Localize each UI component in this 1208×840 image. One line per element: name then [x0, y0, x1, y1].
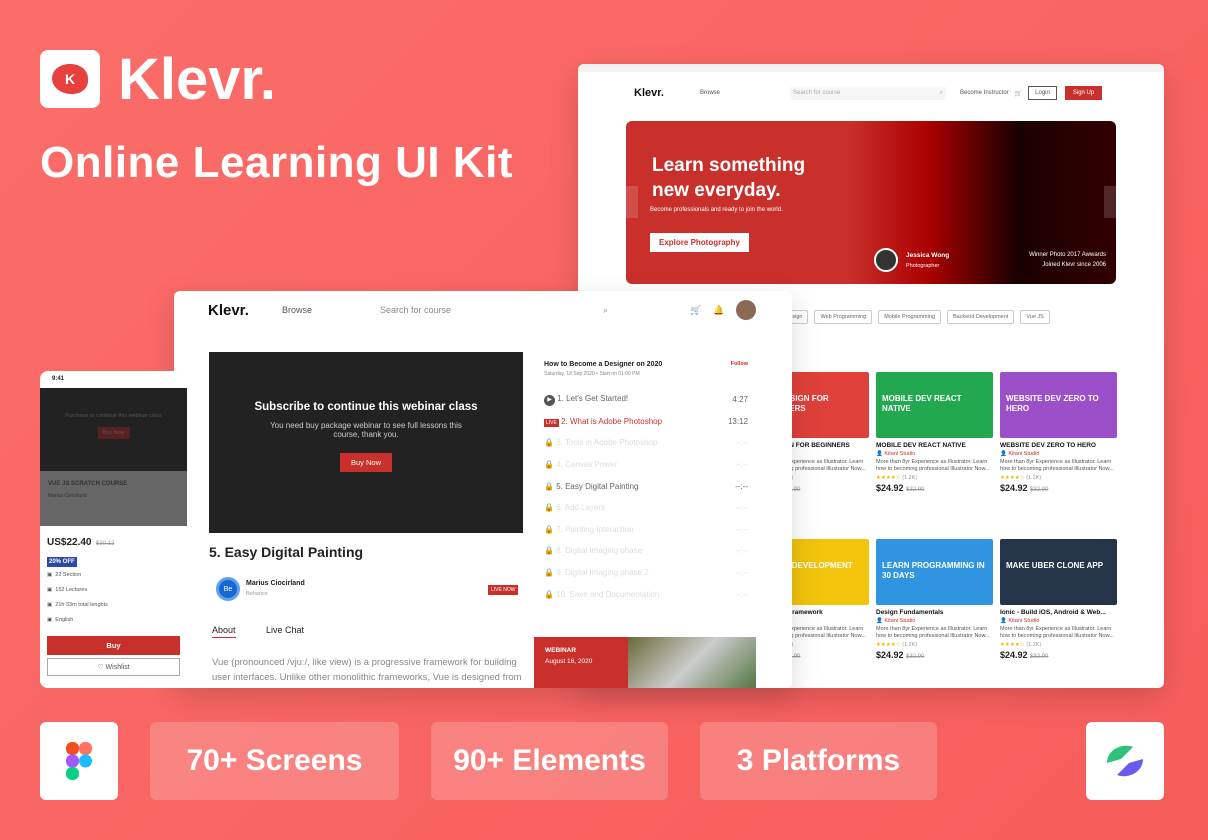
lesson-title: 5. Easy Digital Painting: [209, 544, 364, 560]
lock-icon: 🔒: [544, 524, 554, 534]
buy-button[interactable]: Buy: [47, 636, 180, 655]
lesson-item[interactable]: 🔒 9. Digital Imaging phase 2 --:--: [544, 562, 748, 584]
feature-icon: ▣: [47, 602, 53, 608]
cart-icon[interactable]: 🛒: [1015, 90, 1022, 97]
mobile-screen: 9:41 Purchase to continue this webinar c…: [40, 371, 187, 688]
lesson-item[interactable]: LIVE 2. What is Adobe Photoshop 13:12: [544, 411, 748, 433]
lesson-item[interactable]: 🔒 4. Canvas Power --:--: [544, 454, 748, 476]
webinar-promo[interactable]: WEBINAR August 16, 2020: [534, 637, 756, 688]
course-thumbnail: LEARN PROGRAMMING IN 30 DAYS: [876, 539, 993, 605]
course-card[interactable]: MOBILE DEV REACT NATIVE MOBILE DEV REACT…: [876, 372, 993, 493]
bell-icon[interactable]: 🔔: [713, 305, 724, 316]
logo: Klevr.: [634, 87, 664, 99]
feature-icon: ▣: [47, 587, 53, 593]
stat-platforms: 3 Platforms: [700, 722, 937, 800]
category-chip[interactable]: Vue JS: [1020, 310, 1050, 324]
category-chip[interactable]: Backend Development: [946, 310, 1015, 324]
follow-button[interactable]: Follow: [731, 361, 748, 368]
lock-icon: 🔒: [544, 438, 554, 448]
user-icon: 👤: [876, 618, 883, 624]
search-input[interactable]: Search for course ⌕: [790, 86, 946, 100]
live-badge: LIVE: [544, 418, 559, 427]
search-icon: ⌕: [939, 89, 943, 96]
user-avatar[interactable]: [736, 300, 757, 320]
about-text: Vue (pronounced /vjuː/, like view) is a …: [212, 657, 522, 688]
category-chip[interactable]: Mobile Programming: [878, 310, 941, 324]
figma-icon: [40, 722, 118, 800]
stat-elements: 90+ Elements: [431, 722, 668, 800]
course-feature: ▣ 22 Section: [47, 572, 82, 578]
wishlist-button[interactable]: ♡ Wishlist: [47, 658, 180, 676]
course-card[interactable]: WEBSITE DEV ZERO TO HERO WEBSITE DEV ZER…: [1000, 372, 1117, 493]
next-arrow-icon[interactable]: [1104, 186, 1116, 218]
brand-name: Klevr.: [118, 47, 276, 112]
lock-icon: 🔒: [544, 503, 554, 513]
category-chip[interactable]: Web Programming: [814, 310, 873, 324]
prev-arrow-icon[interactable]: [626, 186, 638, 218]
klevr-logo: K: [40, 50, 100, 108]
stat-screens: 70+ Screens: [150, 722, 399, 800]
rating-stars: ★★★★☆ (1.2K): [1000, 475, 1042, 481]
rating-stars: ★★★★☆ (1.2K): [876, 475, 918, 481]
lesson-item[interactable]: ▶ 1. Let's Get Started! 4:27: [544, 389, 748, 411]
lesson-item[interactable]: 🔒 3. Tools in Adobe Photoshop --:--: [544, 432, 748, 454]
course-feature: ▣ 21h 33m total lenghts: [47, 602, 108, 608]
user-icon: 👤: [876, 451, 883, 457]
lesson-item[interactable]: 🔒 8. Digital Imaging phase --:--: [544, 540, 748, 562]
web-webinar-screen: Klevr. Browse Search for course ⌕ 🛒 🔔 Sub…: [174, 291, 792, 688]
cart-icon[interactable]: 🛒: [690, 305, 701, 316]
user-icon: 👤: [1000, 451, 1007, 457]
lock-icon: 🔒: [544, 568, 554, 578]
rating-stars: ★★★★☆ (1.2K): [876, 642, 918, 648]
course-thumbnail: MOBILE DEV REACT NATIVE: [876, 372, 993, 438]
instructor-avatar: Be: [216, 577, 240, 601]
login-button[interactable]: Login: [1028, 86, 1057, 100]
course-card[interactable]: LEARN PROGRAMMING IN 30 DAYS Design Fund…: [876, 539, 993, 660]
browse-menu[interactable]: Browse: [700, 90, 790, 96]
course-thumbnail: MAKE UBER CLONE APP: [1000, 539, 1117, 605]
lesson-item[interactable]: 🔒 10. Save and Documentation --:--: [544, 583, 748, 605]
video-player[interactable]: Subscribe to continue this webinar class…: [209, 352, 523, 533]
avatar: [874, 248, 898, 272]
lesson-item[interactable]: 🔒 6. Add Layers --:--: [544, 497, 748, 519]
feature-icon: ▣: [47, 572, 53, 578]
heart-icon: ♡: [97, 664, 104, 671]
tab-live-chat[interactable]: Live Chat: [266, 625, 304, 635]
feature-icon: ▣: [47, 617, 53, 623]
signup-button[interactable]: Sign Up: [1064, 86, 1103, 100]
tagline: Online Learning UI Kit: [40, 138, 514, 187]
purchase-sheet: US$22.40 $30.13 20% OFF ▣ 22 Section ▣ 15…: [40, 526, 187, 688]
lock-icon: 🔒: [544, 589, 554, 599]
course-thumbnail: WEBSITE DEV ZERO TO HERO: [1000, 372, 1117, 438]
browse-menu[interactable]: Browse: [282, 305, 380, 315]
craftwork-icon: [1086, 722, 1164, 800]
buy-now-button[interactable]: Buy Now: [340, 453, 392, 472]
become-instructor-link[interactable]: Become Instructor: [960, 90, 1009, 96]
rating-stars: ★★★★☆ (1.2K): [1000, 642, 1042, 648]
lock-icon: 🔒: [544, 481, 554, 491]
lesson-item[interactable]: 🔒 7. Painting Interaction --:--: [544, 519, 748, 541]
discount-badge: 20% OFF: [47, 557, 77, 567]
hero-banner: Learn something new everyday. Become prof…: [626, 121, 1116, 284]
course-card[interactable]: MAKE UBER CLONE APP Ionic - Build iOS, A…: [1000, 539, 1117, 660]
window-titlebar: [578, 64, 1164, 72]
lock-icon: 🔒: [544, 460, 554, 470]
logo: Klevr.: [208, 301, 249, 319]
play-icon: ▶: [544, 394, 555, 406]
user-icon: 👤: [1000, 618, 1007, 624]
course-feature: ▣ 152 Lectures: [47, 587, 88, 593]
lock-icon: 🔒: [544, 546, 554, 556]
course-feature: ▣ English: [47, 617, 74, 623]
lesson-item[interactable]: 🔒 5. Easy Digital Painting --:--: [544, 475, 748, 497]
live-now-badge: LIVE NOW: [488, 585, 519, 595]
search-icon: ⌕: [602, 304, 608, 315]
search-input[interactable]: Search for course ⌕: [380, 305, 608, 316]
tab-about[interactable]: About: [212, 625, 236, 638]
explore-button[interactable]: Explore Photography: [650, 233, 749, 252]
